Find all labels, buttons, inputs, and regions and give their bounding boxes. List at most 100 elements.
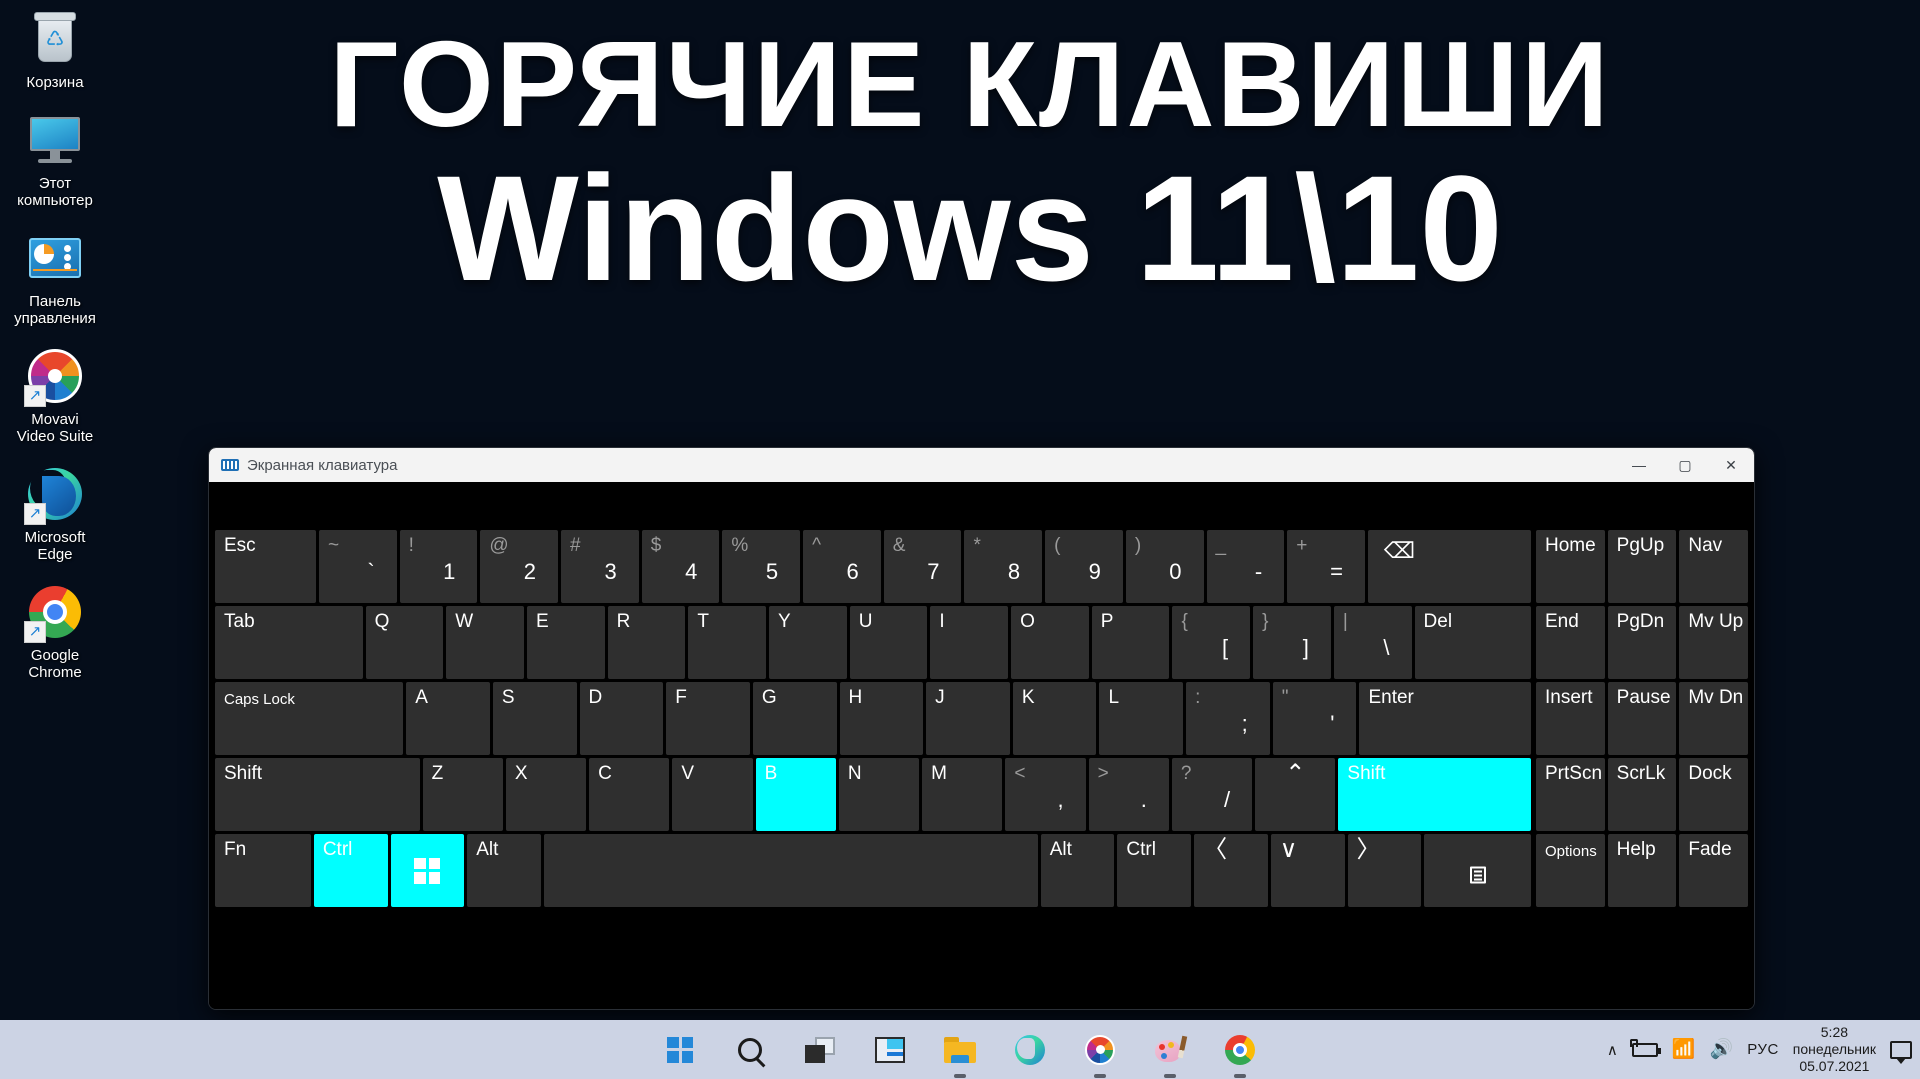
desktop-icon-chrome[interactable]: ↗ Google Chrome (0, 581, 110, 681)
key-c[interactable]: C (589, 758, 670, 831)
key-alt[interactable]: Alt (1040, 834, 1115, 907)
key-scrlk[interactable]: ScrLk (1607, 758, 1677, 831)
key-dual[interactable]: <, (1005, 758, 1086, 831)
key-pgup[interactable]: PgUp (1607, 530, 1677, 603)
window-title-bar[interactable]: Экранная клавиатура — ▢ ✕ (209, 448, 1754, 482)
key-nav[interactable]: Nav (1679, 530, 1749, 603)
key-9[interactable]: (9 (1045, 530, 1123, 603)
volume-button[interactable]: 🔊 (1710, 1040, 1734, 1059)
key-n[interactable]: N (838, 758, 920, 831)
key-1[interactable]: ! 1 (399, 530, 478, 603)
file-explorer-button[interactable] (939, 1029, 981, 1078)
key-shift[interactable]: Shift (1338, 758, 1531, 831)
key-home[interactable]: Home (1536, 530, 1605, 603)
desktop-icon-this-pc[interactable]: Этот компьютер (0, 109, 110, 209)
key-alt[interactable]: Alt (467, 834, 541, 907)
key-arrow-up[interactable]: ⌃ (1255, 758, 1336, 831)
key-0[interactable]: ) 0 (1125, 530, 1204, 603)
key-y[interactable]: Y (769, 606, 847, 679)
key-dual[interactable]: _ - (1206, 530, 1285, 603)
maximize-button[interactable]: ▢ (1662, 448, 1708, 482)
key-l[interactable]: L (1099, 682, 1184, 755)
key-shift[interactable]: Shift (215, 758, 420, 831)
clock-button[interactable]: 5:28 понедельник 05.07.2021 (1793, 1024, 1876, 1075)
tray-overflow-button[interactable]: ∧ (1607, 1041, 1618, 1059)
chrome-button[interactable] (1219, 1029, 1261, 1078)
key-v[interactable]: V (672, 758, 753, 831)
key-mv-dn[interactable]: Mv Dn (1679, 682, 1749, 755)
key-4[interactable]: $4 (641, 530, 720, 603)
key-t[interactable]: T (688, 606, 767, 679)
desktop-icon-recycle-bin[interactable]: ♺ Корзина (0, 8, 110, 91)
key-dual[interactable]: {[ (1172, 606, 1251, 679)
edge-button[interactable] (1009, 1029, 1051, 1071)
key-g[interactable]: G (752, 682, 837, 755)
key-space[interactable] (543, 834, 1038, 907)
key-s[interactable]: S (492, 682, 577, 755)
key-options[interactable]: Options (1536, 834, 1605, 907)
key-insert[interactable]: Insert (1536, 682, 1605, 755)
widgets-button[interactable] (869, 1029, 911, 1071)
key-6[interactable]: ^ 6 (803, 530, 881, 603)
key-enter[interactable]: Enter (1359, 682, 1531, 755)
key-f[interactable]: F (666, 682, 750, 755)
key-dual[interactable]: }] (1253, 606, 1331, 679)
task-view-button[interactable] (799, 1029, 841, 1071)
key-arrow[interactable]: ∨ (1270, 834, 1345, 907)
key-dual[interactable]: + = (1287, 530, 1365, 603)
key-b[interactable]: B (755, 758, 836, 831)
key-3[interactable]: #3 (561, 530, 639, 603)
key-k[interactable]: K (1012, 682, 1097, 755)
key-j[interactable]: J (926, 682, 1010, 755)
key-fn[interactable]: Fn (215, 834, 311, 907)
battery-button[interactable] (1629, 1038, 1661, 1057)
desktop-icon-control-panel[interactable]: Панель управления (0, 227, 110, 327)
key-8[interactable]: * 8 (964, 530, 1043, 603)
key-h[interactable]: H (839, 682, 924, 755)
key-e[interactable]: E (526, 606, 605, 679)
key-ctrl[interactable]: Ctrl (313, 834, 388, 907)
key-a[interactable]: A (406, 682, 490, 755)
key-esc[interactable]: Esc (215, 530, 316, 603)
desktop-icon-movavi[interactable]: ↗ Movavi Video Suite (0, 345, 110, 445)
key-dock[interactable]: Dock (1679, 758, 1749, 831)
key-caps-lock[interactable]: Caps Lock (215, 682, 404, 755)
key-arrow[interactable]: 〉 (1347, 834, 1422, 907)
key-windows[interactable] (390, 834, 465, 907)
key-prtscn[interactable]: PrtScn (1536, 758, 1605, 831)
key-u[interactable]: U (849, 606, 928, 679)
key-dual[interactable]: :; (1186, 682, 1270, 755)
wifi-button[interactable]: 📶 (1672, 1040, 1696, 1059)
key-q[interactable]: Q (365, 606, 444, 679)
key-i[interactable]: I (930, 606, 1009, 679)
close-button[interactable]: ✕ (1708, 448, 1754, 482)
key-menu[interactable] (1424, 834, 1532, 907)
key-fade[interactable]: Fade (1679, 834, 1749, 907)
key-d[interactable]: D (579, 682, 664, 755)
key-5[interactable]: % 5 (722, 530, 801, 603)
key-p[interactable]: P (1091, 606, 1170, 679)
key-del[interactable]: Del (1414, 606, 1532, 679)
key-z[interactable]: Z (422, 758, 503, 831)
key-x[interactable]: X (505, 758, 587, 831)
key-arrow[interactable]: 〈 (1194, 834, 1268, 907)
key-pgdn[interactable]: PgDn (1607, 606, 1677, 679)
desktop-icon-edge[interactable]: ↗ Microsoft Edge (0, 463, 110, 563)
key-dual[interactable]: | \ (1333, 606, 1412, 679)
key-pause[interactable]: Pause (1607, 682, 1677, 755)
key-7[interactable]: & 7 (883, 530, 962, 603)
notification-center-button[interactable] (1890, 1040, 1912, 1064)
key-tab[interactable]: Tab (215, 606, 363, 679)
key-2[interactable]: @2 (480, 530, 559, 603)
key-end[interactable]: End (1536, 606, 1605, 679)
key-dual[interactable]: ~ ` (318, 530, 397, 603)
key-dual[interactable]: ? / (1171, 758, 1253, 831)
language-indicator[interactable]: РУС (1747, 1041, 1779, 1058)
minimize-button[interactable]: — (1616, 448, 1662, 482)
start-button[interactable] (659, 1029, 701, 1071)
paint-button[interactable] (1149, 1029, 1191, 1078)
key-mv-up[interactable]: Mv Up (1679, 606, 1749, 679)
key-backspace[interactable]: ⌫ (1367, 530, 1532, 603)
key-dual[interactable]: >. (1088, 758, 1169, 831)
search-button[interactable] (729, 1029, 771, 1071)
